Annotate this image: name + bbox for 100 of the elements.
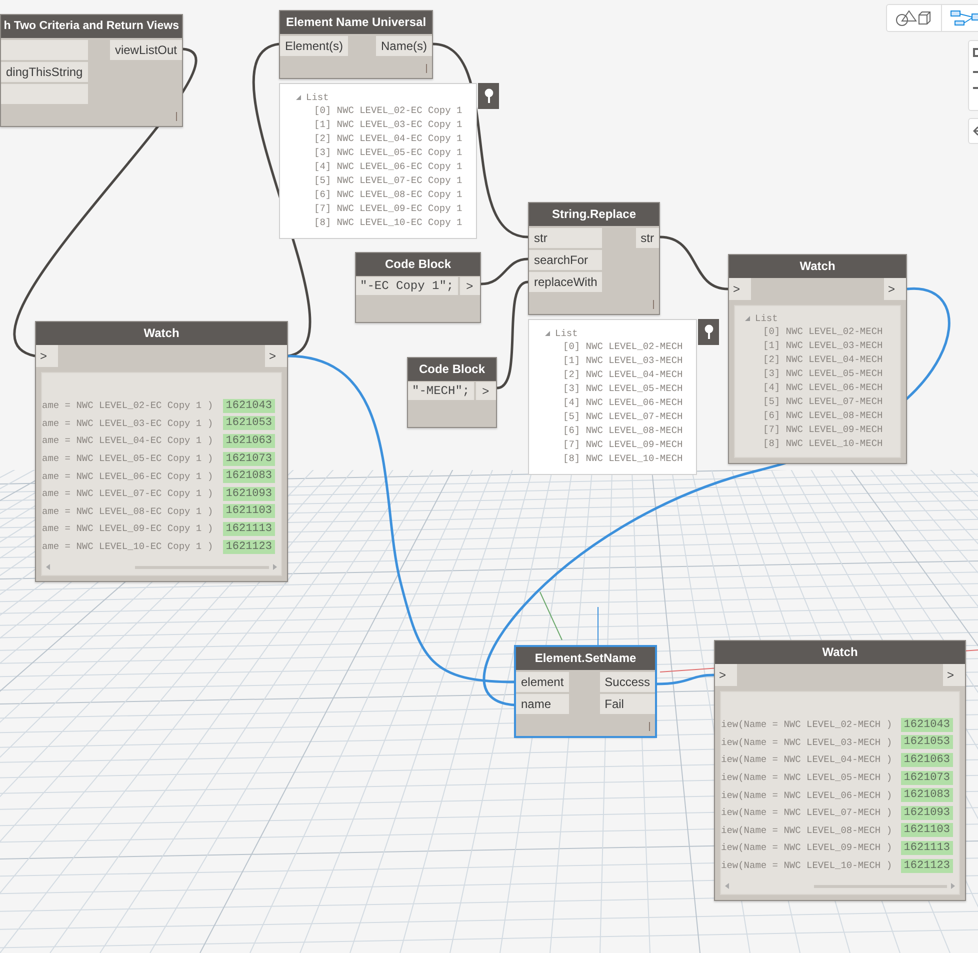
row-text: iew(Name = NWC LEVEL_02-MECH )	[721, 719, 892, 730]
pin-button[interactable]	[478, 83, 499, 109]
node-title: Watch	[729, 255, 906, 278]
list-item: [4] NWC LEVEL_06-MECH	[762, 381, 884, 395]
list-item: [6] NWC LEVEL_08-EC Copy 1	[313, 188, 464, 202]
list-item: [5] NWC LEVEL_07-MECH	[762, 395, 884, 409]
row-text: iew(Name = NWC LEVEL_05-MECH )	[721, 772, 892, 784]
code-text[interactable]: "-MECH";	[408, 382, 474, 400]
node-card[interactable]: Element.SetName element name Success Fail	[515, 646, 656, 737]
row-text: iew(Name = NWC LEVEL_07-MECH )	[721, 807, 892, 818]
output-port[interactable]: >	[884, 278, 906, 300]
value-tag: 1621093	[222, 486, 275, 501]
input-port[interactable]: element	[516, 672, 569, 692]
node-card[interactable]	[35, 321, 288, 582]
value-tag: 1621123	[222, 540, 275, 554]
list-item: [2] NWC LEVEL_04-EC Copy 1	[313, 132, 464, 146]
list-item: [1] NWC LEVEL_03-MECH	[762, 339, 884, 353]
output-port[interactable]: str	[636, 228, 659, 248]
pin-button[interactable]	[698, 319, 719, 345]
row-text: ame = NWC LEVEL_10-EC Copy 1 )	[42, 541, 214, 552]
value-tag: 1621103	[900, 823, 953, 838]
value-tag: 1621103	[222, 504, 275, 518]
output-port[interactable]: Fail	[600, 694, 655, 714]
value-tag: 1621073	[222, 452, 275, 466]
list-item: [7] NWC LEVEL_09-MECH	[562, 438, 684, 452]
node-title: Code Block	[356, 253, 480, 276]
collapse-icon[interactable]	[745, 316, 750, 320]
row-text: iew(Name = NWC LEVEL_10-MECH )	[721, 860, 892, 872]
row-text: ame = NWC LEVEL_02-EC Copy 1 )	[42, 400, 214, 412]
node-title: String.Replace	[529, 203, 659, 226]
list-item: [7] NWC LEVEL_09-MECH	[762, 423, 884, 437]
list-item: [2] NWC LEVEL_04-MECH	[762, 353, 884, 367]
list-item: [3] NWC LEVEL_05-EC Copy 1	[313, 146, 464, 160]
list-item: [8] NWC LEVEL_10-EC Copy 1	[313, 216, 464, 230]
value-tag: 1621083	[900, 788, 953, 802]
input-port[interactable]: >	[36, 345, 58, 367]
list-item: [4] NWC LEVEL_06-MECH	[562, 396, 684, 410]
value-tag: 1621053	[222, 416, 275, 430]
node-card[interactable]: String.Replace str searchFor replaceWith str	[528, 202, 660, 315]
node-title: Watch	[715, 641, 965, 664]
node-card[interactable]: Code Block "-EC Copy 1"; >	[355, 252, 481, 323]
list-item: [0] NWC LEVEL_02-EC Copy 1	[313, 104, 464, 118]
row-text: ame = NWC LEVEL_03-EC Copy 1 )	[42, 418, 214, 429]
list-item: [1] NWC LEVEL_03-EC Copy 1	[313, 118, 464, 132]
list-header: List	[306, 92, 329, 102]
output-port[interactable]: >	[265, 345, 287, 367]
list-item: [0] NWC LEVEL_02-MECH	[562, 340, 684, 354]
pin-icon	[484, 88, 494, 104]
list-header: List	[555, 328, 578, 338]
row-text: iew(Name = NWC LEVEL_06-MECH )	[721, 790, 892, 801]
node-title: h Two Criteria and Return Views	[1, 15, 182, 38]
value-tag: 1621043	[222, 398, 275, 413]
list-item: [3] NWC LEVEL_05-MECH	[762, 367, 884, 381]
output-port[interactable]: Success	[600, 672, 655, 692]
node-title: Code Block	[408, 358, 496, 381]
input-port[interactable]	[1, 84, 88, 104]
row-text: ame = NWC LEVEL_09-EC Copy 1 )	[42, 523, 214, 534]
list-item: [4] NWC LEVEL_06-EC Copy 1	[313, 160, 464, 174]
list-item: [5] NWC LEVEL_07-EC Copy 1	[313, 174, 464, 188]
collapse-icon[interactable]	[545, 330, 550, 336]
node-card[interactable]	[728, 254, 907, 464]
value-tag: 1621093	[900, 806, 953, 820]
output-port[interactable]: Name(s)	[376, 36, 432, 56]
input-port[interactable]: >	[715, 664, 737, 686]
fit-view-icon[interactable]	[973, 48, 978, 57]
row-text: ame = NWC LEVEL_04-EC Copy 1 )	[42, 435, 214, 446]
value-tag: 1621083	[222, 469, 275, 484]
node-title: Element Name Universal	[280, 11, 432, 34]
list-item: [0] NWC LEVEL_02-MECH	[762, 325, 884, 339]
output-port[interactable]: >	[460, 277, 480, 295]
list-item: [8] NWC LEVEL_10-MECH	[562, 452, 684, 466]
output-port[interactable]: >	[476, 382, 496, 400]
row-text: ame = NWC LEVEL_05-EC Copy 1 )	[42, 453, 214, 464]
input-port[interactable]: name	[516, 694, 569, 714]
row-text: iew(Name = NWC LEVEL_03-MECH )	[721, 736, 892, 748]
pin-icon	[704, 324, 714, 340]
input-port[interactable]	[1, 40, 88, 60]
input-port[interactable]: Element(s)	[280, 36, 348, 56]
input-port[interactable]: searchFor	[529, 250, 602, 270]
value-tag: 1621063	[222, 434, 275, 448]
input-port[interactable]: replaceWith	[529, 272, 602, 292]
geometry-icon	[895, 9, 933, 27]
input-port[interactable]: >	[729, 278, 751, 300]
value-tag: 1621053	[900, 735, 953, 750]
list-item: [1] NWC LEVEL_03-MECH	[562, 354, 684, 368]
node-card[interactable]: Element Name Universal Element(s) Name(s)	[279, 10, 433, 79]
collapse-icon[interactable]	[296, 94, 301, 100]
node-card[interactable]: h Two Criteria and Return Views dingThisString viewListOut	[0, 14, 183, 127]
list-header: List	[755, 312, 778, 324]
node-card[interactable]: Code Block "-MECH"; >	[407, 357, 497, 428]
output-port[interactable]: viewListOut	[110, 40, 182, 60]
row-text: ame = NWC LEVEL_07-EC Copy 1 )	[42, 488, 214, 500]
row-text: iew(Name = NWC LEVEL_04-MECH )	[721, 754, 892, 766]
value-tag: 1621123	[900, 858, 953, 873]
input-port[interactable]: str	[529, 228, 602, 248]
input-port[interactable]: dingThisString	[1, 62, 88, 82]
node-card[interactable]	[714, 640, 966, 902]
code-text[interactable]: "-EC Copy 1";	[356, 277, 458, 295]
value-tag: 1621043	[900, 718, 953, 732]
output-port[interactable]: >	[943, 664, 965, 686]
